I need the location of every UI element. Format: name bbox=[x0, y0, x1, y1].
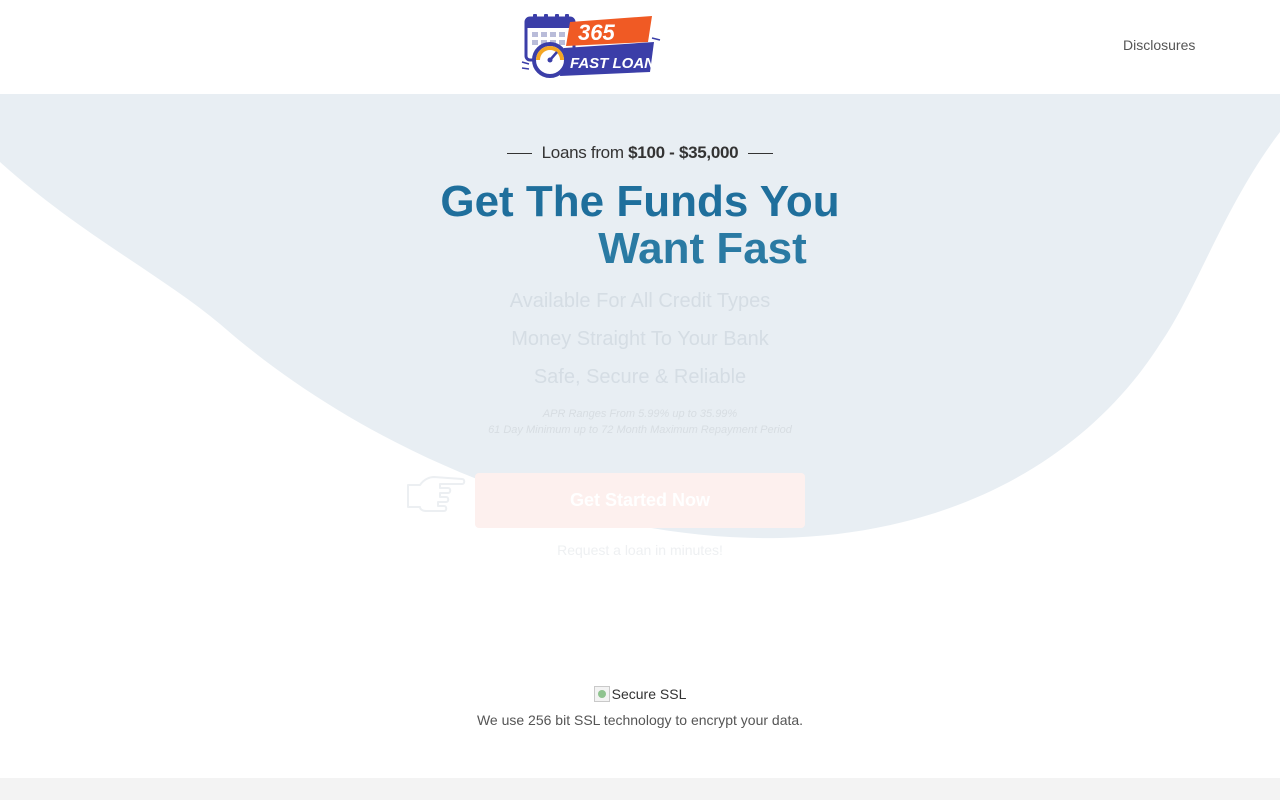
loan-range-tagline: Loans from $100 - $35,000 bbox=[0, 143, 1280, 163]
tagline-rule-left bbox=[506, 153, 532, 155]
cta-subtext: Request a loan in minutes! bbox=[557, 542, 723, 558]
site-header: 365 FAST LOANS Disclosures bbox=[0, 0, 1280, 94]
get-started-button[interactable]: Get Started Now bbox=[475, 473, 805, 528]
nav-link-disclosures[interactable]: Disclosures bbox=[1123, 37, 1195, 53]
ssl-encryption-text: We use 256 bit SSL technology to encrypt… bbox=[476, 712, 804, 728]
logo-graphic: 365 FAST LOANS bbox=[521, 14, 665, 78]
feature-item: Safe, Secure & Reliable bbox=[533, 366, 747, 388]
tagline-range: $100 - $35,000 bbox=[628, 143, 739, 162]
logo-text: FAST LOANS bbox=[570, 55, 662, 72]
broken-image-icon bbox=[593, 686, 610, 702]
apr-disclaimer: APR Ranges From 5.99% up to 35.99% 61 Da… bbox=[0, 406, 1280, 438]
tagline-prefix: Loans from bbox=[541, 143, 624, 162]
repayment-period-text: 61 Day Minimum up to 72 Month Maximum Re… bbox=[488, 424, 792, 436]
logo-number: 365 bbox=[578, 20, 615, 45]
secure-ssl-image: Secure SSL bbox=[593, 685, 687, 703]
feature-item: Available For All Credit Types bbox=[509, 290, 771, 312]
secure-ssl-alt-text: Secure SSL bbox=[611, 686, 687, 702]
headline-line-1: Get The Funds You bbox=[440, 177, 840, 226]
apr-range-text: APR Ranges From 5.99% up to 35.99% bbox=[542, 408, 738, 420]
pointing-hand-icon bbox=[407, 476, 466, 512]
tagline-rule-right bbox=[748, 153, 774, 155]
feature-item: Money Straight To Your Bank bbox=[511, 328, 769, 350]
footer-bar bbox=[0, 778, 1280, 800]
headline-line-2: Want Fast bbox=[598, 224, 807, 273]
hero-section: Loans from $100 - $35,000 Get The Funds … bbox=[0, 94, 1280, 594]
ssl-section: Secure SSL We use 256 bit SSL technology… bbox=[0, 685, 1280, 728]
feature-list: Available For All Credit Types Money Str… bbox=[0, 282, 1280, 396]
page-headline: Get The Funds You Want Fast bbox=[0, 178, 1280, 272]
site-logo[interactable]: 365 FAST LOANS bbox=[520, 12, 665, 82]
speedometer-icon bbox=[532, 42, 568, 78]
